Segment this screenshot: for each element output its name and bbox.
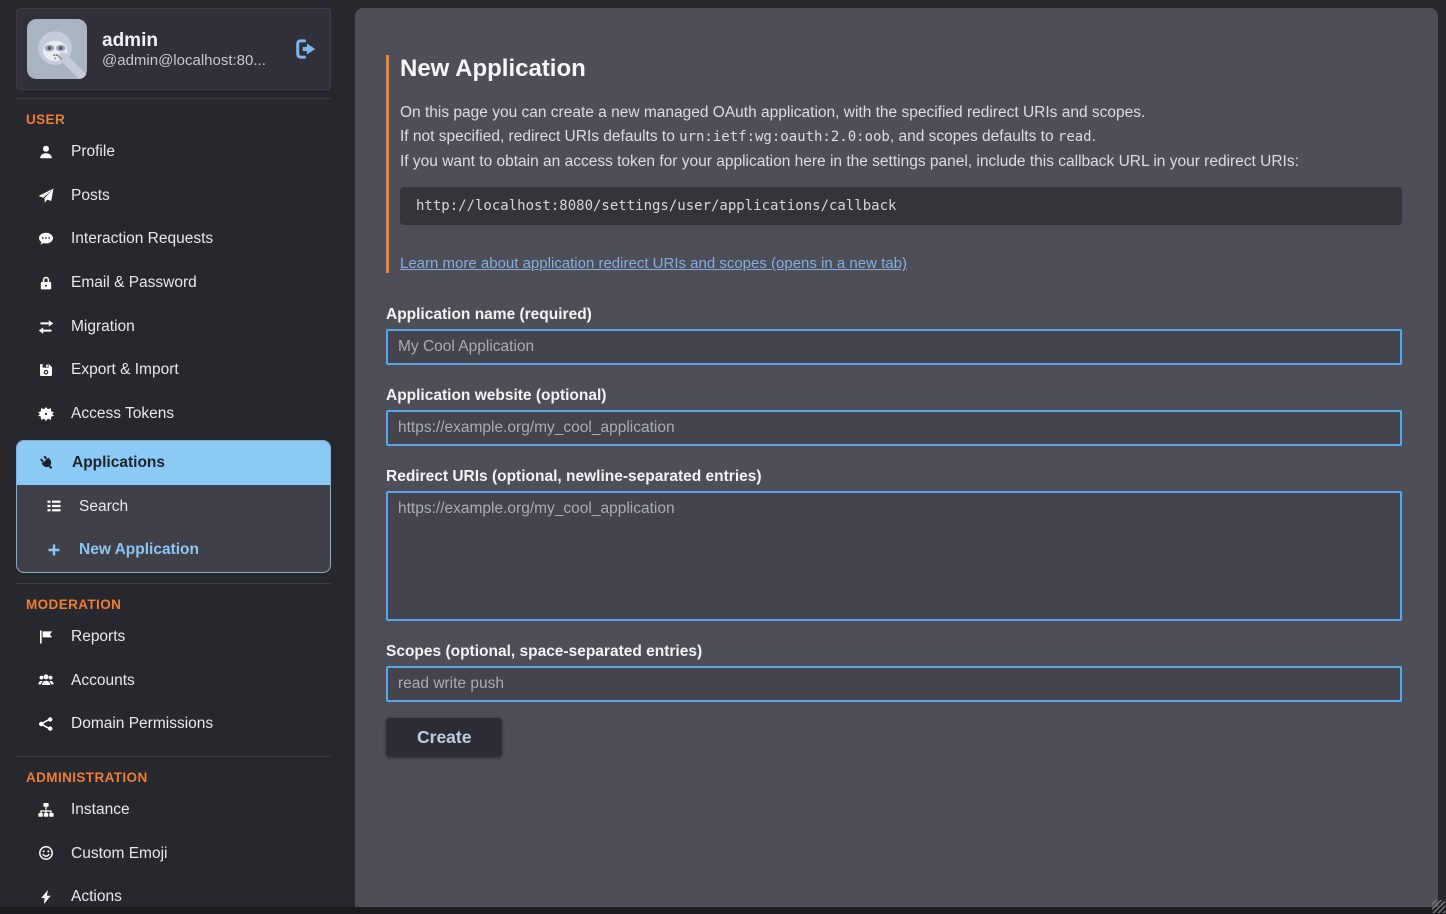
flag-icon [36,629,55,645]
comment-dots-icon [36,231,55,247]
plug-icon [37,455,56,471]
sidebar-item-posts[interactable]: Posts [16,174,331,218]
user-handle: @admin@localhost:80... [102,52,266,69]
user-meta: admin @admin@localhost:80... [102,29,266,70]
section-header-administration: ADMINISTRATION [26,770,347,785]
floppy-disk-icon [36,362,55,378]
sidebar-item-label: Instance [71,799,130,821]
application-website-label: Application website (optional) [386,387,1402,405]
bolt-icon [36,889,55,905]
sidebar-item-interaction-requests[interactable]: Interaction Requests [16,217,331,261]
new-application-intro: New Application On this page you can cre… [386,55,1402,273]
sidebar-item-label: Applications [72,452,165,474]
application-website-input[interactable] [386,410,1402,446]
description-line1: On this page you can create a new manage… [400,104,1145,121]
sidebar-item-label: Actions [71,886,122,907]
sidebar-item-label: Access Tokens [71,403,174,425]
page-title: New Application [400,55,1402,83]
sidebar-item-label: Migration [71,316,135,338]
sidebar-item-domain-permissions[interactable]: Domain Permissions [16,702,331,746]
sidebar-item-label: Custom Emoji [71,843,167,865]
sidebar-item-label: Domain Permissions [71,713,213,735]
sidebar-item-label: Accounts [71,670,135,692]
resize-grip[interactable] [1432,900,1445,913]
sidebar-item-access-tokens[interactable]: Access Tokens [16,392,331,436]
list-icon [44,498,63,514]
certificate-icon [36,406,55,422]
redirect-uris-label: Redirect URIs (optional, newline-separat… [386,468,1402,486]
sidebar-item-label: Interaction Requests [71,228,213,250]
main-panel: New Application On this page you can cre… [355,8,1438,914]
transfer-arrows-icon [36,319,55,335]
user-icon [36,144,55,160]
sidebar-item-instance[interactable]: Instance [16,788,331,832]
horizontal-scrollbar[interactable] [0,907,1446,914]
sidebar-item-label: Search [79,496,128,518]
sidebar-item-label: Reports [71,626,125,648]
share-nodes-icon [36,716,55,732]
applications-group: Applications Search New Application [16,440,331,573]
sign-out-icon[interactable] [294,37,318,61]
scopes-label: Scopes (optional, space-separated entrie… [386,643,1402,661]
sidebar-item-reports[interactable]: Reports [16,615,331,659]
oob-code: urn:ietf:wg:oauth:2.0:oob [679,129,890,145]
user-card[interactable]: admin @admin@localhost:80... [16,8,331,90]
sidebar-item-applications-search[interactable]: Search [17,485,330,529]
plus-icon [44,542,63,558]
sidebar-item-actions[interactable]: Actions [16,875,331,907]
sidebar-item-label: New Application [79,539,199,561]
create-button[interactable]: Create [386,718,502,757]
divider [16,756,331,757]
sitemap-icon [36,802,55,818]
description-line3: If you want to obtain an access token fo… [400,153,1299,170]
sloth-avatar [27,19,87,79]
sidebar-item-applications[interactable]: Applications [17,441,330,485]
callback-url-code-block: http://localhost:8080/settings/user/appl… [400,187,1402,225]
description-line2: If not specified, redirect URIs defaults… [400,128,679,145]
section-header-moderation: MODERATION [26,597,347,612]
scopes-input[interactable] [386,666,1402,702]
divider [16,583,331,584]
users-icon [36,672,55,688]
divider [16,98,331,99]
sidebar-item-custom-emoji[interactable]: Custom Emoji [16,832,331,876]
sidebar-item-label: Export & Import [71,359,179,381]
sidebar-item-profile[interactable]: Profile [16,130,331,174]
redirect-uris-textarea[interactable] [386,491,1402,621]
sidebar: admin @admin@localhost:80... USER Profil… [0,0,347,907]
sidebar-item-email-password[interactable]: Email & Password [16,261,331,305]
sidebar-item-label: Profile [71,141,115,163]
user-name: admin [102,29,266,53]
section-header-user: USER [26,112,347,127]
sidebar-item-migration[interactable]: Migration [16,305,331,349]
sidebar-item-export-import[interactable]: Export & Import [16,348,331,392]
application-name-input[interactable] [386,329,1402,365]
new-application-form: Application name (required) Application … [386,306,1402,757]
application-name-label: Application name (required) [386,306,1402,324]
smiley-icon [36,845,55,861]
read-code: read [1058,129,1092,145]
padlock-icon [36,275,55,291]
sidebar-item-label: Email & Password [71,272,197,294]
learn-more-link[interactable]: Learn more about application redirect UR… [400,255,907,272]
sidebar-item-label: Posts [71,185,110,207]
sidebar-item-applications-new[interactable]: New Application [17,528,330,572]
description: On this page you can create a new manage… [400,101,1402,174]
paper-plane-icon [36,188,55,204]
sidebar-item-accounts[interactable]: Accounts [16,659,331,703]
